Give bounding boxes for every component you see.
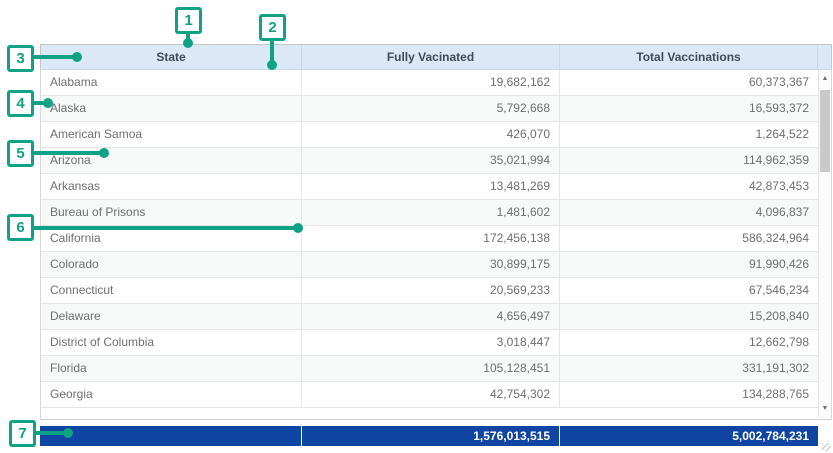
fully-vaccinated-cell: 105,128,451 (302, 356, 560, 382)
fully-vaccinated-cell: 20,569,233 (302, 278, 560, 304)
callout-dot (267, 60, 277, 70)
total-vaccinations-cell: 60,373,367 (560, 70, 818, 96)
state-cell: Delaware (41, 304, 302, 330)
callout-number-badge: 3 (7, 45, 34, 72)
table-row[interactable]: Alaska 5,792,668 16,593,372 (41, 96, 818, 122)
fully-vaccinated-cell: 42,754,302 (302, 382, 560, 408)
callout-number-badge: 1 (175, 7, 202, 34)
total-vaccinations-cell: 586,324,964 (560, 226, 818, 252)
fully-vaccinated-cell: 35,021,994 (302, 148, 560, 174)
state-cell: Alabama (41, 70, 302, 96)
totals-row: 1,576,013,515 5,002,784,231 (40, 426, 818, 446)
callout-dot (63, 428, 73, 438)
chevron-up-icon: ▲ (822, 75, 829, 82)
total-vaccinations-cell: 67,546,234 (560, 278, 818, 304)
table-row[interactable]: Delaware 4,656,497 15,208,840 (41, 304, 818, 330)
fully-vaccinated-cell: 13,481,269 (302, 174, 560, 200)
callout-connector-line (34, 226, 298, 230)
fully-vaccinated-cell: 426,070 (302, 122, 560, 148)
table-row[interactable]: Arkansas 13,481,269 42,873,453 (41, 174, 818, 200)
scroll-up-button[interactable]: ▲ (819, 72, 831, 86)
total-vaccinations-cell: 134,288,765 (560, 382, 818, 408)
total-vaccinations-cell: 16,593,372 (560, 96, 818, 122)
total-vaccinations-cell: 331,191,302 (560, 356, 818, 382)
totals-fully-vaccinated-cell: 1,576,013,515 (302, 426, 560, 446)
total-vaccinations-cell: 1,264,522 (560, 122, 818, 148)
callout-number-badge: 2 (259, 14, 286, 41)
callout-number-badge: 6 (7, 214, 34, 241)
state-cell: Colorado (41, 252, 302, 278)
vertical-scrollbar[interactable]: ▲ ▼ (818, 70, 831, 418)
table-row[interactable]: Connecticut 20,569,233 67,546,234 (41, 278, 818, 304)
state-cell: Arkansas (41, 174, 302, 200)
fully-vaccinated-cell: 5,792,668 (302, 96, 560, 122)
table-row[interactable]: Bureau of Prisons 1,481,602 4,096,837 (41, 200, 818, 226)
column-header-fully-vaccinated[interactable]: Fully Vacinated (302, 45, 560, 69)
callout-connector-line (34, 55, 77, 59)
total-vaccinations-cell: 91,990,426 (560, 252, 818, 278)
state-cell: American Samoa (41, 122, 302, 148)
totals-state-cell (40, 426, 302, 446)
fully-vaccinated-cell: 3,018,447 (302, 330, 560, 356)
partial-row (41, 408, 831, 419)
state-cell: Connecticut (41, 278, 302, 304)
table-row[interactable]: District of Columbia 3,018,447 12,662,79… (41, 330, 818, 356)
total-vaccinations-cell: 12,662,798 (560, 330, 818, 356)
callout-number-badge: 7 (9, 420, 36, 447)
callout-dot (293, 223, 303, 233)
table-row[interactable]: Florida 105,128,451 331,191,302 (41, 356, 818, 382)
fully-vaccinated-cell: 4,656,497 (302, 304, 560, 330)
table-body: Alabama 19,682,162 60,373,367 Alaska 5,7… (40, 70, 832, 420)
header-scrollbar-cap (818, 45, 831, 69)
callout-number-badge: 5 (7, 140, 34, 167)
state-cell: Alaska (41, 96, 302, 122)
total-vaccinations-cell: 42,873,453 (560, 174, 818, 200)
fully-vaccinated-cell: 19,682,162 (302, 70, 560, 96)
state-cell: District of Columbia (41, 330, 302, 356)
callout-dot (183, 38, 193, 48)
callout-dot (43, 98, 53, 108)
fully-vaccinated-cell: 172,456,138 (302, 226, 560, 252)
scroll-down-button[interactable]: ▼ (819, 402, 831, 416)
scrollbar-thumb[interactable] (820, 90, 830, 172)
total-vaccinations-cell: 4,096,837 (560, 200, 818, 226)
column-header-total-vaccinations[interactable]: Total Vaccinations (560, 45, 818, 69)
callout-number-badge: 4 (7, 90, 34, 117)
table-row[interactable]: American Samoa 426,070 1,264,522 (41, 122, 818, 148)
resize-grip-icon (822, 443, 831, 451)
table-row[interactable]: Arizona 35,021,994 114,962,359 (41, 148, 818, 174)
totals-total-vaccinations-cell: 5,002,784,231 (560, 426, 818, 446)
total-vaccinations-cell: 15,208,840 (560, 304, 818, 330)
table-row[interactable]: Georgia 42,754,302 134,288,765 (41, 382, 818, 408)
total-vaccinations-cell: 114,962,359 (560, 148, 818, 174)
chevron-down-icon: ▼ (822, 405, 829, 412)
vaccination-data-table-screen: State Fully Vacinated Total Vaccinations… (0, 0, 833, 453)
callout-dot (72, 52, 82, 62)
fully-vaccinated-cell: 1,481,602 (302, 200, 560, 226)
table-header-row: State Fully Vacinated Total Vaccinations (40, 44, 832, 70)
callout-connector-line (34, 151, 104, 155)
callout-dot (99, 148, 109, 158)
state-cell: Bureau of Prisons (41, 200, 302, 226)
table-row[interactable]: Colorado 30,899,175 91,990,426 (41, 252, 818, 278)
table-row[interactable]: Alabama 19,682,162 60,373,367 (41, 70, 818, 96)
state-cell: Florida (41, 356, 302, 382)
state-cell: Georgia (41, 382, 302, 408)
fully-vaccinated-cell: 30,899,175 (302, 252, 560, 278)
